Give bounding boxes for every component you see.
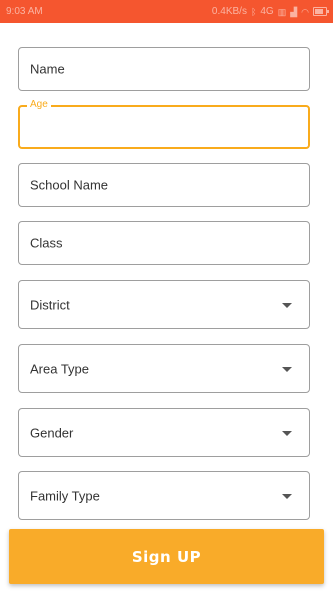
wifi-icon: ◠ (301, 6, 309, 17)
class-field[interactable]: Class (18, 221, 310, 265)
network-speed: 0.4KB/s (211, 6, 247, 17)
gender-dropdown-label: Gender (30, 425, 74, 440)
network-type: 4G (260, 6, 274, 17)
area-type-dropdown-label: Area Type (30, 361, 90, 376)
class-field-label: Class (30, 235, 63, 251)
sim-icon: ▥ (277, 6, 287, 17)
name-field-label: Name (30, 61, 65, 77)
chevron-down-icon (282, 366, 292, 372)
district-dropdown[interactable]: District (18, 280, 310, 329)
gender-dropdown[interactable]: Gender (18, 408, 310, 457)
chevron-down-icon (282, 302, 292, 308)
battery-icon (313, 7, 329, 16)
status-time: 9:03 AM (6, 6, 43, 17)
family-type-dropdown[interactable]: Family Type (18, 471, 310, 520)
area-type-dropdown[interactable]: Area Type (18, 344, 310, 393)
name-field[interactable]: Name (18, 47, 310, 91)
district-dropdown-label: District (30, 297, 70, 312)
status-icons: 0.4KB/s ᛒ 4G ▥ ▟ ◠ (211, 6, 329, 17)
school-name-field-label: School Name (30, 177, 109, 193)
age-field[interactable]: Age (18, 99, 310, 149)
age-field-label: Age (27, 99, 51, 111)
chevron-down-icon (282, 430, 292, 436)
sign-up-button[interactable]: Sign UP (9, 529, 324, 584)
chevron-down-icon (282, 493, 292, 499)
school-name-field[interactable]: School Name (18, 163, 310, 207)
bluetooth-icon: ᛒ (250, 6, 257, 17)
status-bar: 9:03 AM 0.4KB/s ᛒ 4G ▥ ▟ ◠ (0, 0, 333, 23)
family-type-dropdown-label: Family Type (30, 488, 100, 503)
signal-icon: ▟ (290, 6, 298, 17)
